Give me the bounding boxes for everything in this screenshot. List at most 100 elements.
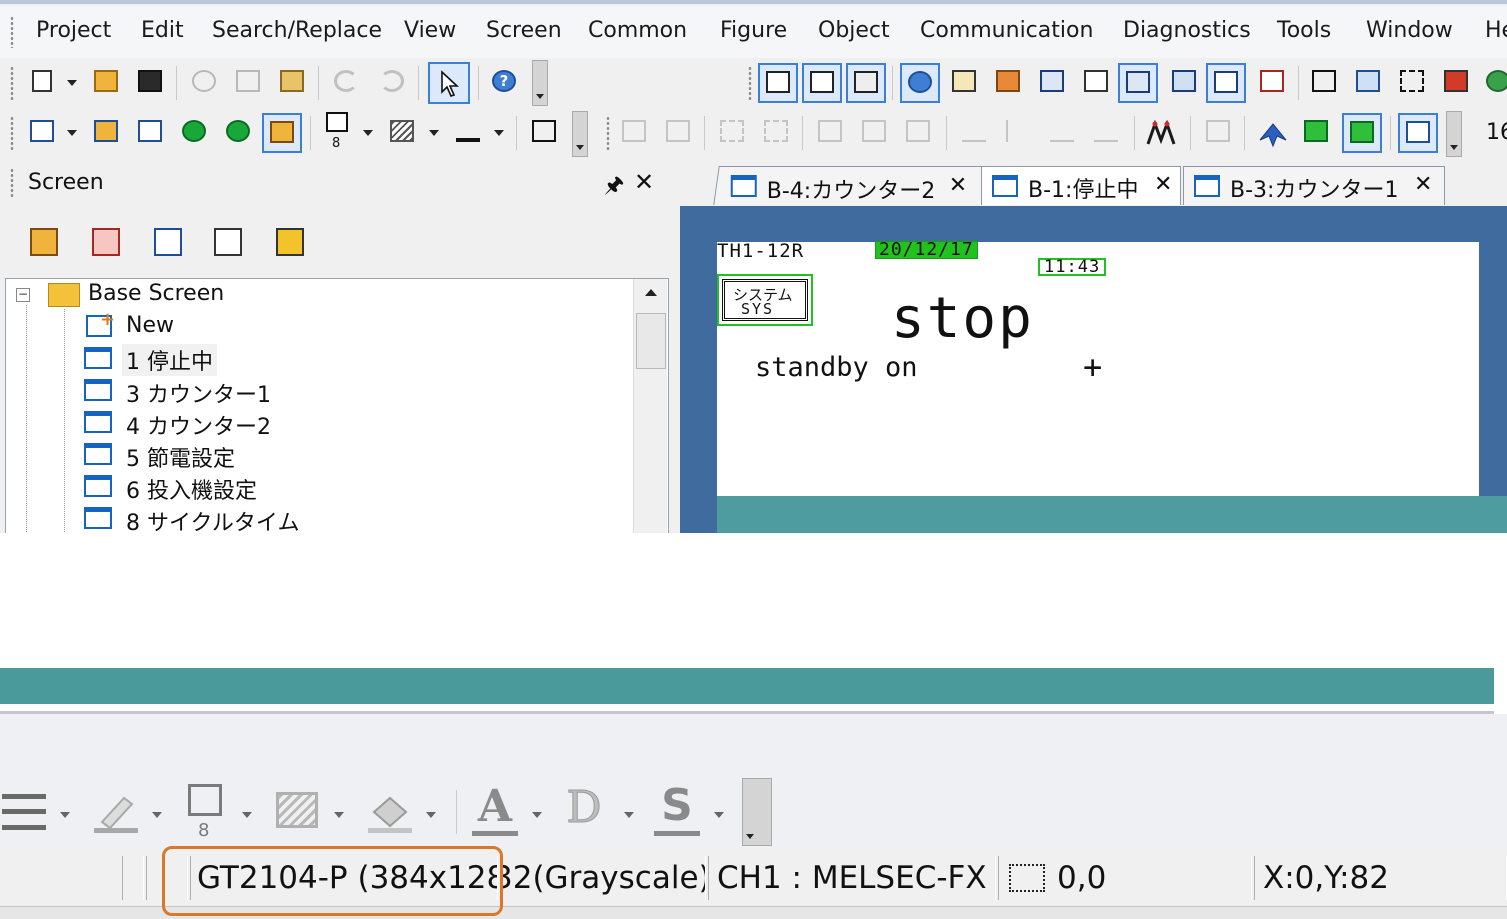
open-screen-button[interactable]: [88, 114, 124, 150]
check-button[interactable]: [1254, 64, 1290, 100]
fill-pattern-dropdown-arrow[interactable]: [429, 130, 439, 136]
menu-edit[interactable]: Edit: [141, 18, 184, 43]
bold-text-icon[interactable]: D: [564, 785, 604, 830]
shadow-text-icon[interactable]: S: [654, 782, 700, 836]
device-info-button[interactable]: [900, 63, 940, 103]
cascade-windows-button[interactable]: [1306, 64, 1342, 100]
statusbar-channel[interactable]: CH1 : MELSEC-FX: [708, 856, 996, 900]
menu-view[interactable]: View: [404, 18, 456, 43]
tile-windows-button[interactable]: [1350, 64, 1386, 100]
line-style-dropdown-arrow[interactable]: [60, 812, 70, 818]
rotate-button[interactable]: [956, 114, 992, 150]
flip-rotate-button[interactable]: [1088, 114, 1124, 150]
pen-color-icon[interactable]: [92, 792, 140, 834]
flip-horizontal-button[interactable]: [1000, 114, 1036, 150]
paste-button[interactable]: [274, 64, 310, 100]
toolbar-grip[interactable]: [606, 116, 610, 150]
flip-vertical-button[interactable]: [1044, 114, 1080, 150]
screen-switch-button[interactable]: [262, 113, 302, 153]
menu-help[interactable]: He: [1485, 18, 1507, 43]
fill-color-button[interactable]: [450, 114, 486, 150]
toolbar-overflow-button[interactable]: [532, 60, 548, 106]
toolbar-overflow-button[interactable]: [1446, 111, 1462, 157]
group-button[interactable]: [714, 114, 750, 150]
send-back-button[interactable]: [660, 114, 696, 150]
undo-button[interactable]: [328, 64, 364, 100]
next-screen-button[interactable]: [220, 114, 256, 150]
screen-list-button[interactable]: [802, 63, 842, 103]
data-view-button[interactable]: [1118, 63, 1158, 103]
previous-screen-button[interactable]: [176, 114, 212, 150]
tab-b1-active[interactable]: B-1:停止中 ✕: [981, 166, 1181, 205]
standby-text-object[interactable]: standby on: [755, 352, 918, 383]
delete-screen-button[interactable]: [86, 222, 128, 264]
copy-button[interactable]: [230, 64, 266, 100]
menu-project[interactable]: Project: [36, 18, 111, 43]
shadow-dropdown-arrow[interactable]: [714, 812, 724, 818]
hatch-pattern-icon[interactable]: [276, 792, 318, 828]
fill-pattern-button[interactable]: [384, 114, 420, 150]
pattern-dropdown-arrow[interactable]: [334, 812, 344, 818]
line-style-icon[interactable]: [2, 794, 46, 830]
time-display-object[interactable]: 11:43: [1038, 258, 1107, 276]
new-dropdown-arrow[interactable]: [67, 80, 77, 86]
data-browser-button[interactable]: [1034, 64, 1070, 100]
toolbar-grip[interactable]: [10, 116, 14, 150]
screen-image-button[interactable]: [846, 63, 886, 103]
tab-b3[interactable]: B-3:カウンター1 ✕: [1183, 166, 1445, 205]
toolbar-grip[interactable]: [748, 66, 752, 100]
object-pick-button[interactable]: [1342, 113, 1382, 153]
scroll-thumb[interactable]: [636, 313, 666, 369]
scroll-up-arrow-icon[interactable]: [645, 289, 657, 296]
fill-color-dropdown-arrow[interactable]: [494, 130, 504, 136]
line-width-button[interactable]: 8: [320, 110, 356, 151]
redo-button[interactable]: [374, 64, 410, 100]
menu-figure[interactable]: Figure: [720, 18, 787, 43]
device-list-button[interactable]: [1166, 64, 1202, 100]
menubar-grip[interactable]: [10, 16, 14, 48]
cut-button[interactable]: [186, 64, 222, 100]
property-edit-button[interactable]: [1200, 114, 1236, 150]
square-outline-icon[interactable]: [188, 784, 222, 816]
screen-image-tree-button[interactable]: [148, 222, 190, 264]
ungroup-button[interactable]: [758, 114, 794, 150]
toolbar-overflow-button[interactable]: [742, 778, 772, 846]
system-button-object[interactable]: システム SYS: [717, 274, 813, 326]
line-width-dropdown-arrow[interactable]: [363, 130, 373, 136]
paint-bucket-icon[interactable]: [366, 792, 414, 834]
statusbar-color-mode[interactable]: 32(Grayscale): [500, 856, 706, 900]
select-tool-button[interactable]: [428, 62, 470, 104]
statusbar-position[interactable]: 0,0: [998, 856, 1252, 900]
data-list-button[interactable]: [946, 64, 982, 100]
save-button[interactable]: [132, 64, 168, 100]
menu-communication[interactable]: Communication: [920, 18, 1093, 43]
library-button[interactable]: [990, 64, 1026, 100]
distribute-button[interactable]: [856, 114, 892, 150]
new-screen-button[interactable]: [24, 114, 60, 150]
menu-screen[interactable]: Screen: [486, 18, 562, 43]
line-width-dropdown-arrow[interactable]: [242, 812, 252, 818]
tab-close-icon[interactable]: ✕: [949, 173, 967, 198]
new-project-button[interactable]: [24, 64, 60, 100]
pin-icon[interactable]: 🖈: [604, 168, 624, 206]
text-color-icon[interactable]: A: [472, 782, 518, 836]
font-size-value[interactable]: 16: [1486, 120, 1507, 145]
menu-common[interactable]: Common: [588, 18, 687, 43]
text-style-dropdown-arrow[interactable]: [624, 812, 634, 818]
open-screen-tree-button[interactable]: [24, 222, 66, 264]
new-screen-dropdown-arrow[interactable]: [67, 130, 77, 136]
select-area-button[interactable]: [1394, 64, 1430, 100]
screen-property-button[interactable]: [758, 63, 798, 103]
pen-color-dropdown-arrow[interactable]: [152, 812, 162, 818]
got-screen-canvas[interactable]: TH1-12R 20/12/17 11:43 システム SYS stop sta…: [717, 240, 1479, 496]
stop-text-object[interactable]: stop: [891, 286, 1034, 351]
statusbar-cursor[interactable]: X:0,Y:82: [1254, 856, 1507, 900]
fill-dropdown-arrow[interactable]: [426, 812, 436, 818]
toolbar-grip[interactable]: [10, 66, 14, 100]
close-icon[interactable]: ✕: [634, 168, 654, 196]
date-display-object[interactable]: 20/12/17: [875, 241, 978, 259]
screen-error-button[interactable]: [270, 222, 312, 264]
display-settings-button[interactable]: [1398, 113, 1438, 153]
transfer-button[interactable]: [1206, 63, 1246, 103]
bring-front-button[interactable]: [616, 114, 652, 150]
